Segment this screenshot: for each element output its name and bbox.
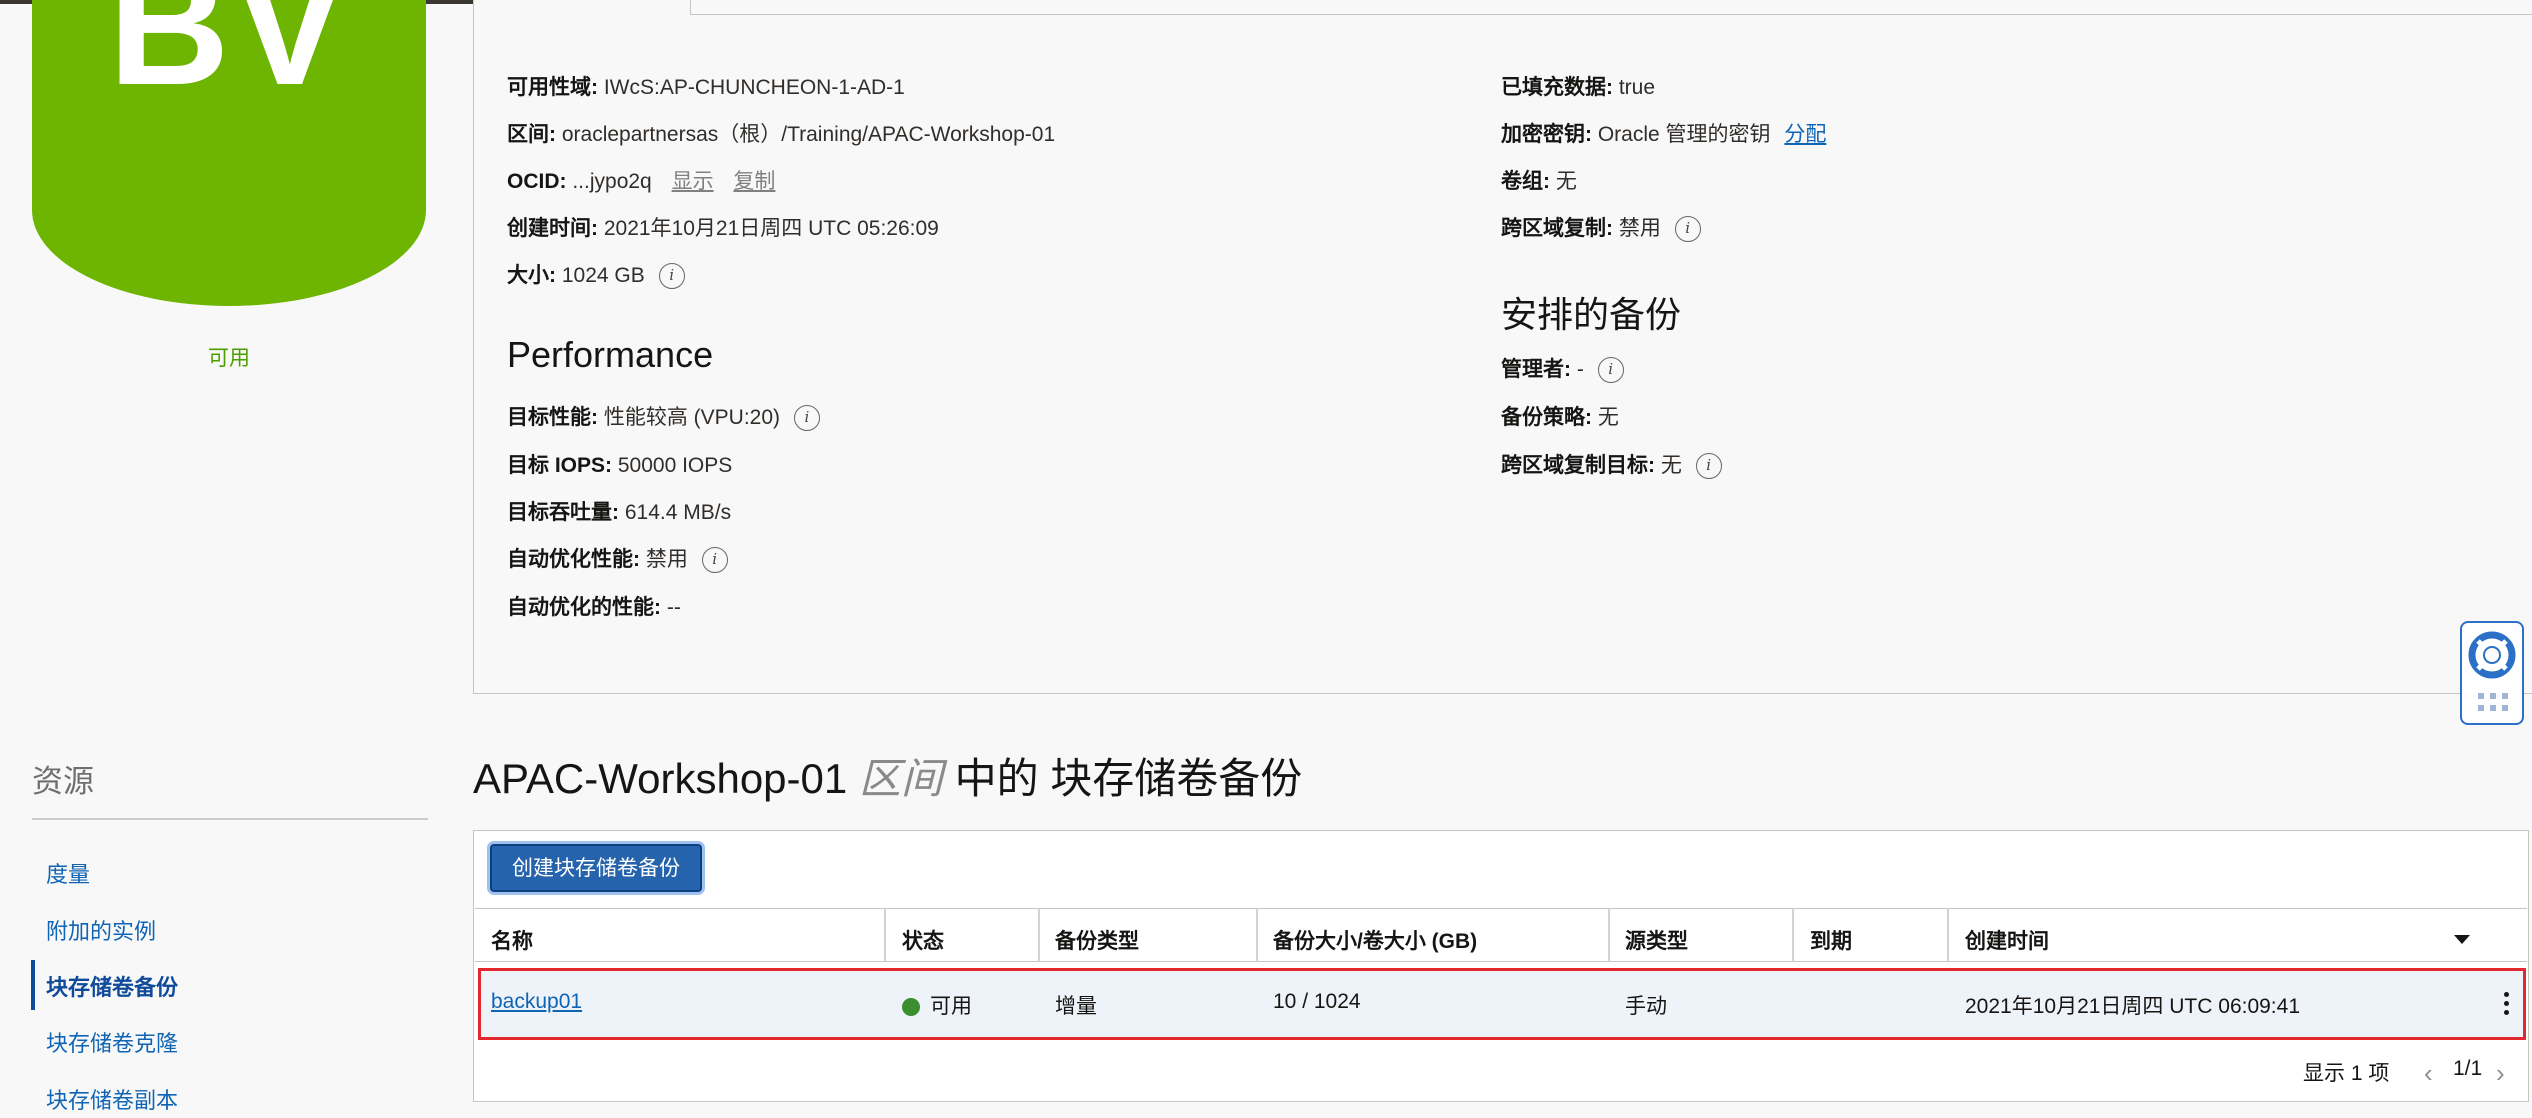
- auto-tune-field: 自动优化性能: 禁用 i: [507, 546, 728, 574]
- column-header-created[interactable]: 创建时间: [1965, 925, 2049, 955]
- backup-type-cell: 增量: [1055, 995, 1097, 1018]
- backup-name-cell: backup01: [491, 990, 582, 1014]
- column-header-expiry[interactable]: 到期: [1810, 925, 1852, 955]
- ocid-show-link[interactable]: 显示: [672, 170, 714, 193]
- info-icon[interactable]: i: [793, 405, 820, 432]
- resources-item-block-volume-replicas[interactable]: 块存储卷副本: [46, 1083, 178, 1115]
- resources-title: 资源: [32, 764, 94, 799]
- column-header-status[interactable]: 状态: [902, 925, 944, 955]
- column-divider: [1256, 908, 1258, 962]
- resources-item-block-volume-clones[interactable]: 块存储卷克隆: [46, 1026, 178, 1058]
- encryption-key-field: 加密密钥: Oracle 管理的密钥 分配: [1501, 123, 1827, 146]
- performance-heading: Performance: [507, 334, 714, 375]
- auto-tuned-performance-field: 自动优化的性能: --: [507, 596, 681, 619]
- compartment-field: 区间: oraclepartnersas（根）/Training/APAC-Wo…: [507, 123, 1056, 146]
- column-divider: [1608, 908, 1610, 962]
- info-icon[interactable]: i: [1597, 357, 1624, 384]
- target-iops-field: 目标 IOPS: 50000 IOPS: [507, 454, 733, 477]
- block-volume-icon: BV: [32, 0, 426, 306]
- cross-region-replication-field: 跨区域复制: 禁用 i: [1501, 215, 1701, 243]
- table-header: [475, 908, 2527, 962]
- divider: [32, 818, 428, 820]
- target-performance-field: 目标性能: 性能较高 (VPU:20) i: [507, 404, 820, 432]
- backups-heading: APAC-Workshop-01 区间 中的 块存储卷备份: [473, 755, 1303, 802]
- help-widget[interactable]: [2460, 621, 2524, 725]
- ocid-copy-link[interactable]: 复制: [733, 170, 775, 193]
- size-field: 大小: 1024 GB i: [507, 262, 685, 290]
- availability-domain-field: 可用性域: IWcS:AP-CHUNCHEON-1-AD-1: [507, 76, 905, 99]
- resource-icon-letters: BV: [108, 0, 350, 120]
- volume-group-field: 卷组: 无: [1501, 170, 1577, 193]
- tab-strip: [690, 0, 2532, 15]
- active-indicator: [31, 960, 35, 1010]
- column-divider: [884, 908, 886, 962]
- column-header-size[interactable]: 备份大小/卷大小 (GB): [1273, 925, 1477, 955]
- row-actions-menu-icon[interactable]: [2504, 992, 2510, 1019]
- pager-summary: 显示 1 项: [2303, 1062, 2390, 1085]
- backup-policy-field: 备份策略: 无: [1501, 406, 1619, 429]
- info-icon[interactable]: i: [701, 547, 728, 574]
- backup-name-link[interactable]: backup01: [491, 990, 582, 1013]
- pager-previous-icon[interactable]: ‹: [2424, 1058, 2433, 1089]
- info-icon[interactable]: i: [1695, 453, 1722, 480]
- ocid-field: OCID: ...jypo2q 显示 复制: [507, 170, 776, 193]
- status-available-icon: [902, 998, 920, 1017]
- column-divider: [1947, 908, 1949, 962]
- column-header-backup-type[interactable]: 备份类型: [1055, 925, 1139, 955]
- backup-source-cell: 手动: [1625, 995, 1667, 1018]
- volume-information-panel: [473, 0, 2532, 694]
- backup-status-cell: 可用: [902, 990, 972, 1020]
- create-block-volume-backup-button[interactable]: 创建块存储卷备份: [490, 844, 702, 892]
- backup-created-cell: 2021年10月21日周四 UTC 06:09:41: [1965, 995, 2301, 1018]
- column-divider: [1792, 908, 1794, 962]
- sort-descending-icon[interactable]: [2454, 935, 2470, 944]
- info-icon[interactable]: i: [1674, 216, 1701, 243]
- pager-next-icon[interactable]: ›: [2496, 1058, 2505, 1089]
- lifebuoy-icon: [2468, 631, 2516, 679]
- column-divider: [1038, 908, 1040, 962]
- target-throughput-field: 目标吞吐量: 614.4 MB/s: [507, 501, 732, 524]
- managed-by-field: 管理者: - i: [1501, 356, 1624, 384]
- pager-pages: 1/1: [2453, 1057, 2483, 1080]
- column-header-name[interactable]: 名称: [491, 925, 533, 955]
- column-header-source-type[interactable]: 源类型: [1625, 925, 1688, 955]
- resources-item-attached-instances[interactable]: 附加的实例: [46, 914, 156, 946]
- info-icon[interactable]: i: [658, 263, 685, 290]
- hydrated-field: 已填充数据: true: [1501, 76, 1656, 99]
- scheduled-backups-heading: 安排的备份: [1501, 294, 1682, 335]
- backup-size-cell: 10 / 1024: [1273, 990, 1361, 1013]
- apps-grid-icon: [2478, 693, 2508, 711]
- backups-table-panel: [473, 830, 2529, 1102]
- resources-item-metrics[interactable]: 度量: [46, 857, 90, 889]
- created-time-field: 创建时间: 2021年10月21日周四 UTC 05:26:09: [507, 217, 939, 240]
- resources-item-block-volume-backups[interactable]: 块存储卷备份: [46, 970, 178, 1002]
- cross-region-target-field: 跨区域复制目标: 无 i: [1501, 452, 1722, 480]
- resource-status: 可用: [208, 347, 250, 370]
- assign-key-link[interactable]: 分配: [1784, 123, 1826, 146]
